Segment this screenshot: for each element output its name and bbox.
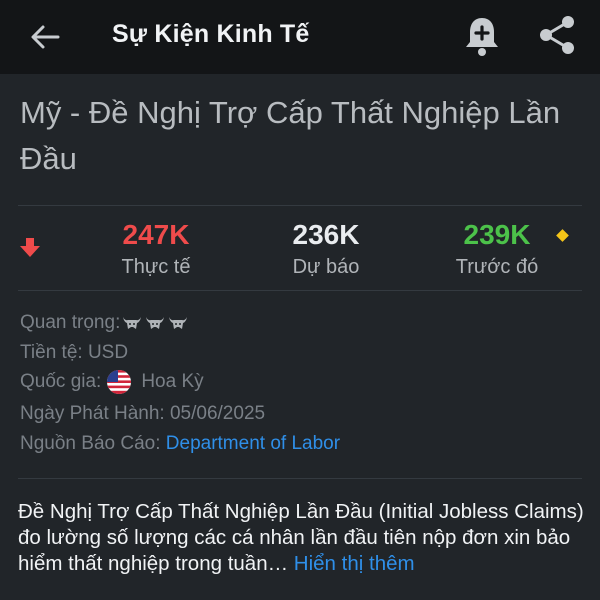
- importance-label: Quan trọng:: [20, 312, 121, 333]
- actual-label: Thực tế: [121, 256, 191, 278]
- release-date-row: Ngày Phát Hành: 05/06/2025: [20, 403, 265, 425]
- release-date-value: 05/06/2025: [169, 403, 266, 424]
- forecast-stat: 236K Dự báo: [246, 218, 406, 282]
- previous-stat: 239K Trước đó: [417, 218, 577, 282]
- currency-label: Tiền tệ:: [20, 342, 83, 363]
- importance-row: Quan trọng:: [20, 312, 188, 334]
- screen-title: Sự Kiện Kinh Tế: [112, 20, 310, 48]
- us-flag-icon: [107, 370, 132, 394]
- country-value: Hoa Kỳ: [141, 371, 204, 392]
- source-row: Nguồn Báo Cáo: Department of Labor: [20, 433, 340, 455]
- top-app-bar: Sự Kiện Kinh Tế: [0, 0, 600, 74]
- event-title: Mỹ - Đề Nghị Trợ Cấp Thất Nghiệp Lần Đầu: [20, 95, 561, 176]
- bull-icon: [146, 317, 165, 329]
- back-arrow-icon[interactable]: [28, 20, 62, 54]
- bull-icon: [169, 317, 188, 329]
- event-description: Đề Nghị Trợ Cấp Thất Nghiệp Lần Đầu (Ini…: [18, 499, 584, 577]
- actual-stat: 247K Thực tế: [76, 218, 236, 282]
- down-arrow-icon: [20, 238, 40, 257]
- country-label: Quốc gia:: [20, 371, 102, 392]
- forecast-label: Dự báo: [292, 256, 360, 278]
- currency-value: USD: [87, 342, 129, 363]
- actual-value: 247K: [122, 219, 190, 250]
- source-label: Nguồn Báo Cáo:: [20, 433, 161, 454]
- show-more-link[interactable]: Hiển thị thêm: [294, 552, 415, 575]
- divider: [18, 205, 582, 206]
- currency-row: Tiền tệ: USD: [20, 342, 128, 364]
- add-alert-bell-icon[interactable]: [462, 15, 502, 57]
- previous-value: 239K: [463, 219, 531, 250]
- forecast-value: 236K: [292, 219, 360, 250]
- importance-bulls: [122, 315, 188, 331]
- divider: [18, 478, 582, 479]
- release-date-label: Ngày Phát Hành:: [20, 403, 165, 424]
- divider: [18, 290, 582, 291]
- share-icon[interactable]: [537, 14, 577, 56]
- bull-icon: [123, 317, 142, 329]
- source-link[interactable]: Department of Labor: [166, 433, 340, 455]
- previous-label: Trước đó: [455, 256, 539, 278]
- country-row: Quốc gia: Hoa Kỳ: [20, 370, 204, 394]
